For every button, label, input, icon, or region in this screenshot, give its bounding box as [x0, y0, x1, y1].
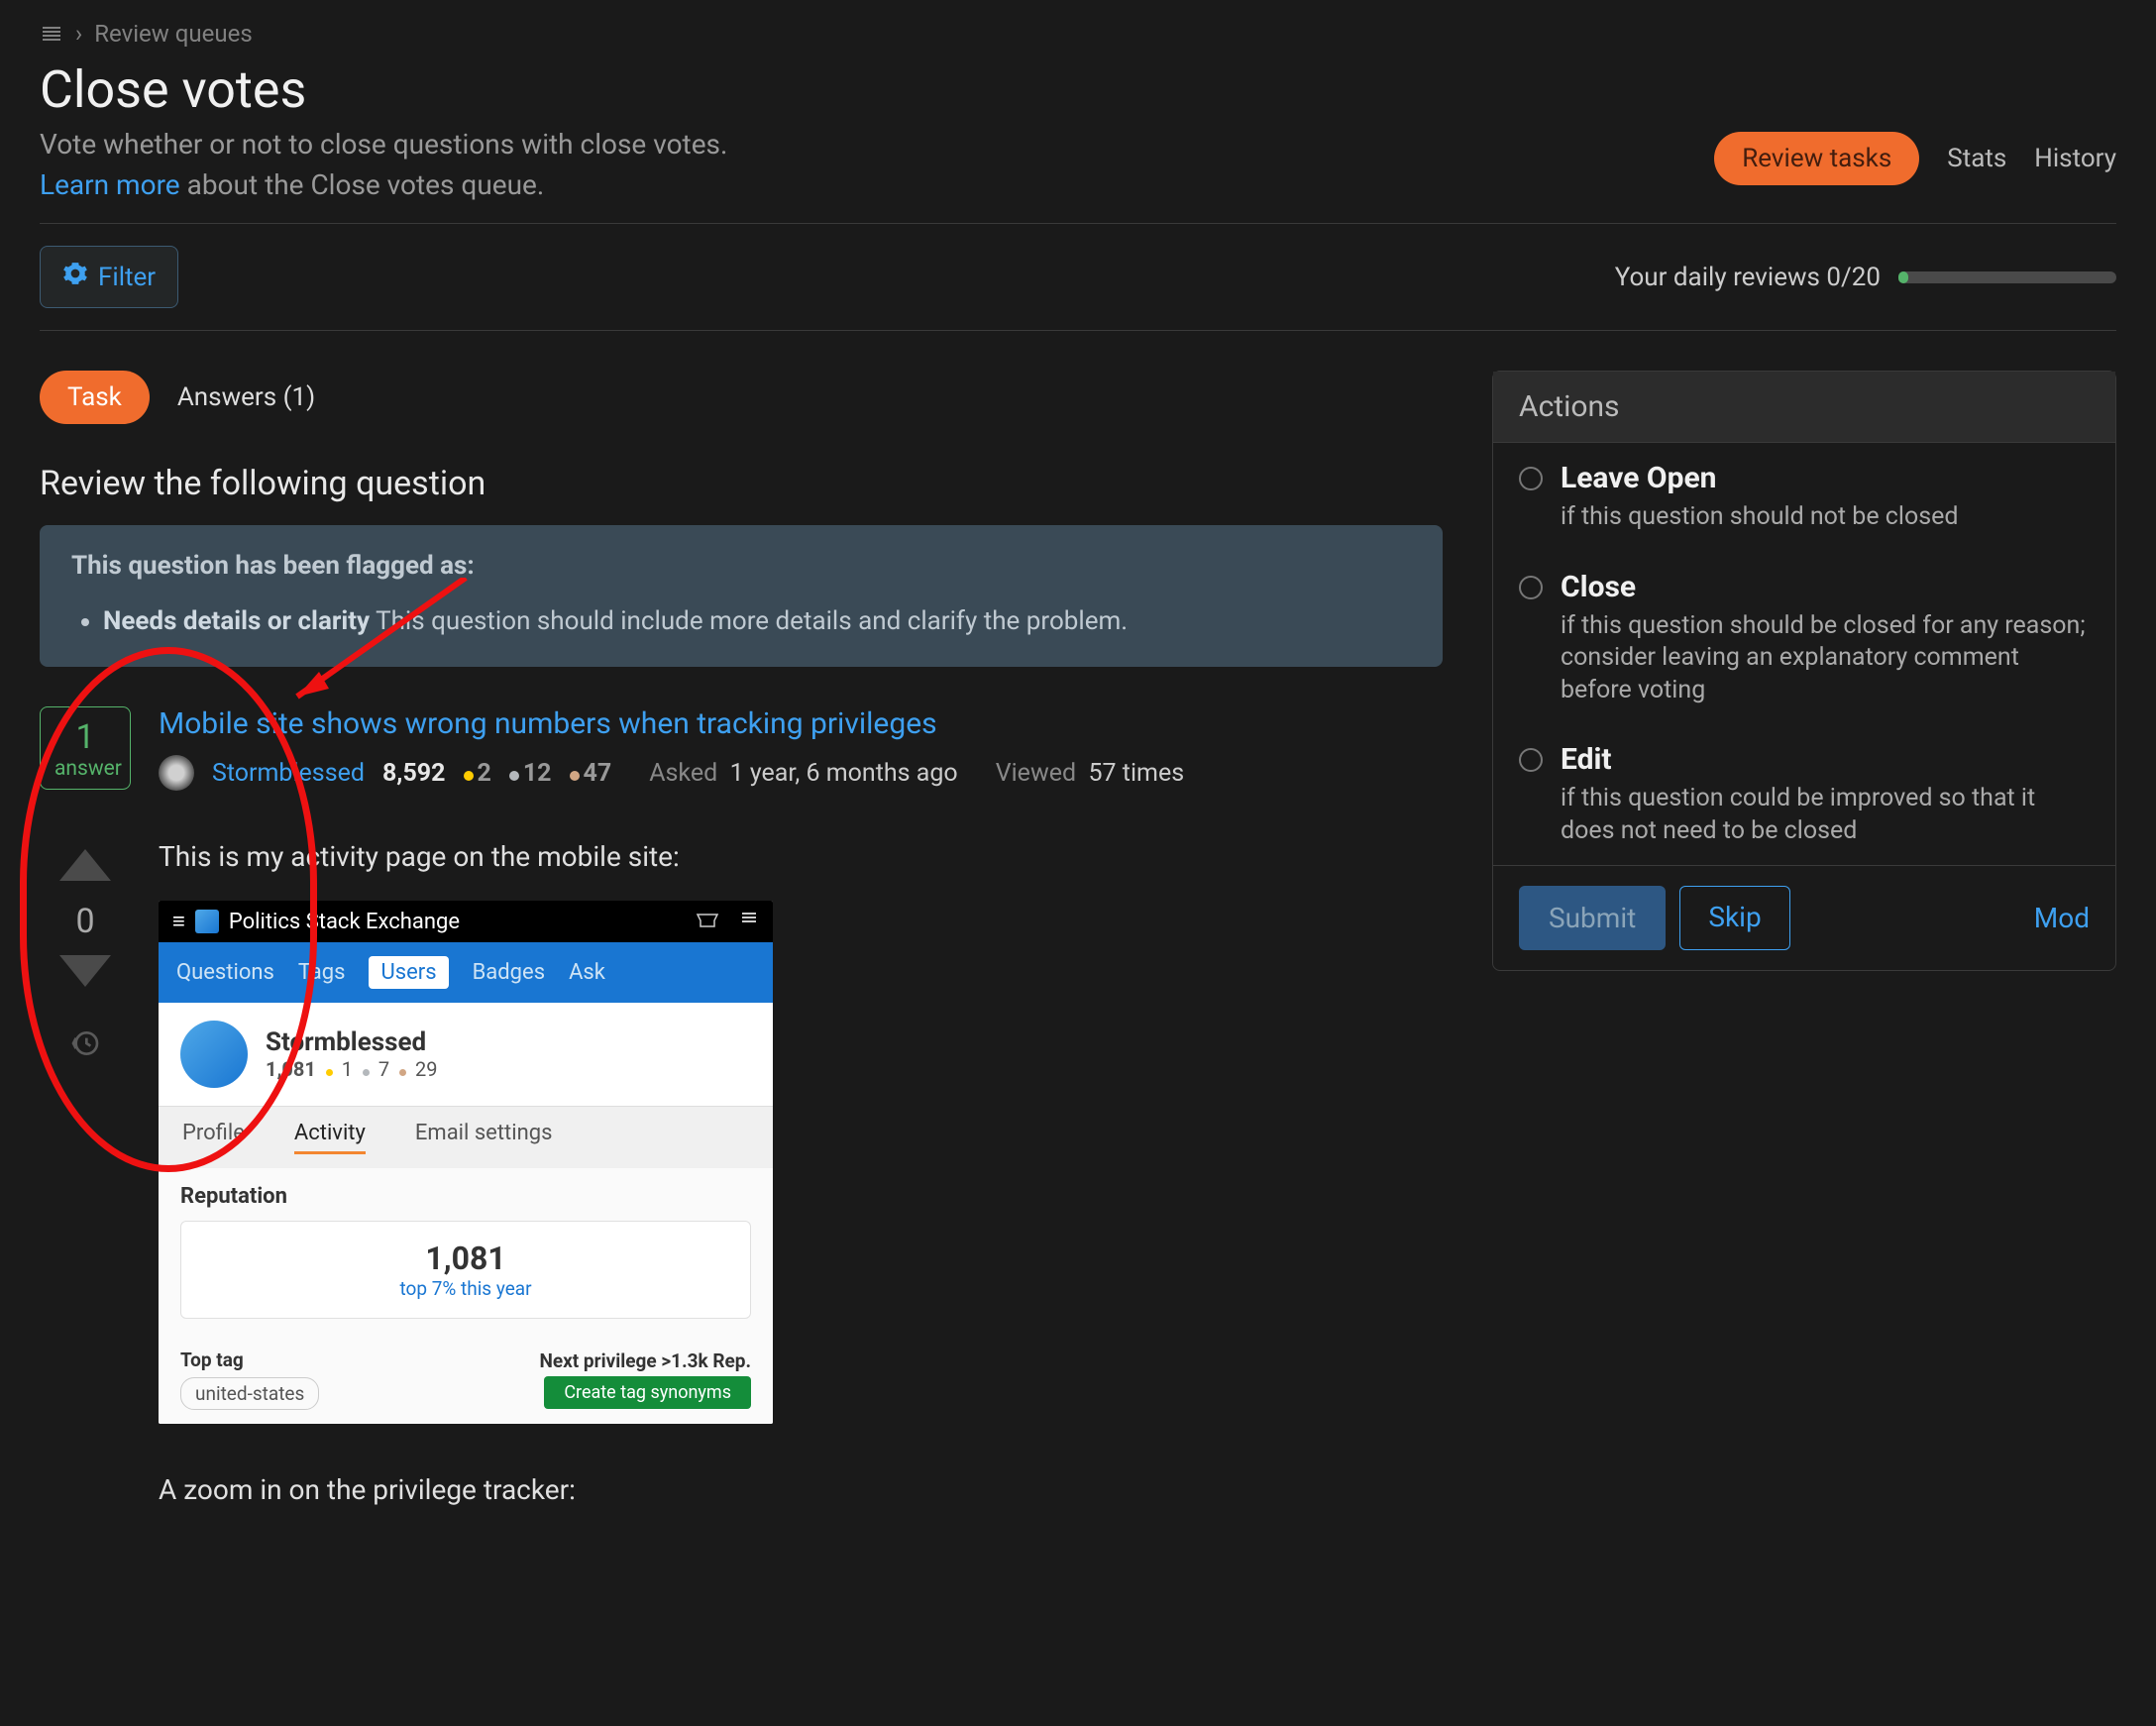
author-avatar[interactable]: [159, 755, 194, 791]
silver-badge-count: 12: [509, 759, 552, 788]
actions-header: Actions: [1493, 372, 2115, 443]
radio-edit[interactable]: [1519, 748, 1543, 772]
review-tasks-tab[interactable]: Review tasks: [1714, 132, 1919, 185]
timeline-icon[interactable]: [69, 1027, 101, 1066]
ss-tab-email: Email settings: [415, 1121, 553, 1154]
skip-button[interactable]: Skip: [1679, 886, 1789, 950]
bronze-badge-count: 47: [570, 759, 612, 788]
history-tab[interactable]: History: [2034, 144, 2116, 173]
ss-reputation-label: Reputation: [180, 1184, 751, 1209]
ss-stackexchange-icon: [739, 909, 759, 934]
learn-more-suffix: about the Close votes queue.: [180, 168, 545, 201]
action-leave-open[interactable]: Leave Open if this question should not b…: [1493, 443, 2115, 552]
answer-count-badge: 1 answer: [40, 706, 131, 790]
instruction-heading: Review the following question: [40, 464, 1443, 503]
flag-box-title: This question has been flagged as:: [71, 551, 1411, 581]
action-edit[interactable]: Edit if this question could be improved …: [1493, 724, 2115, 865]
breadcrumb-link[interactable]: Review queues: [94, 20, 252, 48]
ss-hamburger-icon: ≡: [172, 909, 185, 934]
radio-leave-open[interactable]: [1519, 467, 1543, 490]
top-right-tabs: Review tasks Stats History: [1714, 132, 2116, 185]
upvote-button[interactable]: [59, 849, 111, 888]
page-subtitle: Vote whether or not to close questions w…: [40, 128, 727, 161]
hamburger-icon[interactable]: [40, 22, 63, 46]
ss-top-percent: top 7% this year: [199, 1277, 732, 1300]
radio-close[interactable]: [1519, 576, 1543, 599]
filter-label: Filter: [98, 263, 156, 292]
ss-nav-tags: Tags: [298, 960, 346, 985]
ss-inbox-icon: [696, 910, 719, 934]
ss-next-priv-label: Next privilege >1.3k Rep.: [539, 1349, 751, 1372]
ss-profile-stats: 1,081 1 7 29: [266, 1057, 437, 1081]
breadcrumb: › Review queues: [40, 20, 2116, 48]
vote-count: 0: [75, 902, 94, 941]
gold-badge-count: 2: [464, 759, 491, 788]
learn-more-link[interactable]: Learn more: [40, 168, 180, 201]
action-desc: if this question should be closed for an…: [1561, 610, 2090, 707]
gear-icon: [62, 261, 88, 293]
action-title: Edit: [1561, 742, 2090, 777]
downvote-button[interactable]: [59, 955, 111, 994]
ss-nav-users: Users: [369, 956, 448, 989]
flag-box: This question has been flagged as: Needs…: [40, 525, 1443, 667]
ss-nav-badges: Badges: [473, 960, 545, 985]
task-tab[interactable]: Task: [40, 371, 150, 424]
action-desc: if this question could be improved so th…: [1561, 783, 2090, 847]
ss-top-tag-label: Top tag: [180, 1348, 319, 1371]
viewed-meta: Viewed 57 times: [996, 759, 1184, 788]
daily-reviews: Your daily reviews 0/20: [1615, 263, 2116, 292]
ss-tab-profile: Profile: [182, 1121, 245, 1154]
flag-reason: Needs details or clarity This question s…: [103, 602, 1411, 641]
ss-top-tag: united-states: [180, 1377, 319, 1410]
actions-panel: Actions Leave Open if this question shou…: [1492, 371, 2116, 971]
ss-nav-ask: Ask: [569, 960, 605, 985]
page-title: Close votes: [40, 59, 727, 120]
filter-button[interactable]: Filter: [40, 246, 178, 308]
ss-profile-name: Stormblessed: [266, 1027, 437, 1057]
ss-priv-button: Create tag synonyms: [544, 1376, 751, 1409]
action-title: Leave Open: [1561, 461, 1959, 495]
answers-tab[interactable]: Answers (1): [177, 382, 315, 412]
question-body-p2: A zoom in on the privilege tracker:: [159, 1473, 1443, 1506]
question-body-p1: This is my activity page on the mobile s…: [159, 840, 1443, 873]
asked-meta: Asked 1 year, 6 months ago: [649, 759, 957, 788]
breadcrumb-chevron: ›: [75, 20, 82, 48]
submit-button[interactable]: Submit: [1519, 886, 1666, 950]
embedded-screenshot: ≡ Politics Stack Exchange: [159, 901, 773, 1424]
ss-site-icon: [195, 910, 219, 933]
action-desc: if this question should not be closed: [1561, 501, 1959, 534]
ss-avatar: [180, 1021, 248, 1088]
daily-reviews-progress: [1898, 271, 2116, 283]
mod-button[interactable]: Mod: [2034, 902, 2090, 934]
ss-reputation-value: 1,081: [199, 1240, 732, 1277]
action-title: Close: [1561, 570, 2090, 604]
ss-site-name: Politics Stack Exchange: [229, 910, 460, 934]
question-title-link[interactable]: Mobile site shows wrong numbers when tra…: [159, 706, 1443, 741]
action-close[interactable]: Close if this question should be closed …: [1493, 552, 2115, 725]
ss-tab-activity: Activity: [294, 1121, 366, 1154]
ss-nav-questions: Questions: [176, 960, 274, 985]
author-rep: 8,592: [382, 759, 446, 788]
stats-tab[interactable]: Stats: [1947, 144, 2006, 173]
author-link[interactable]: Stormblessed: [212, 759, 365, 788]
